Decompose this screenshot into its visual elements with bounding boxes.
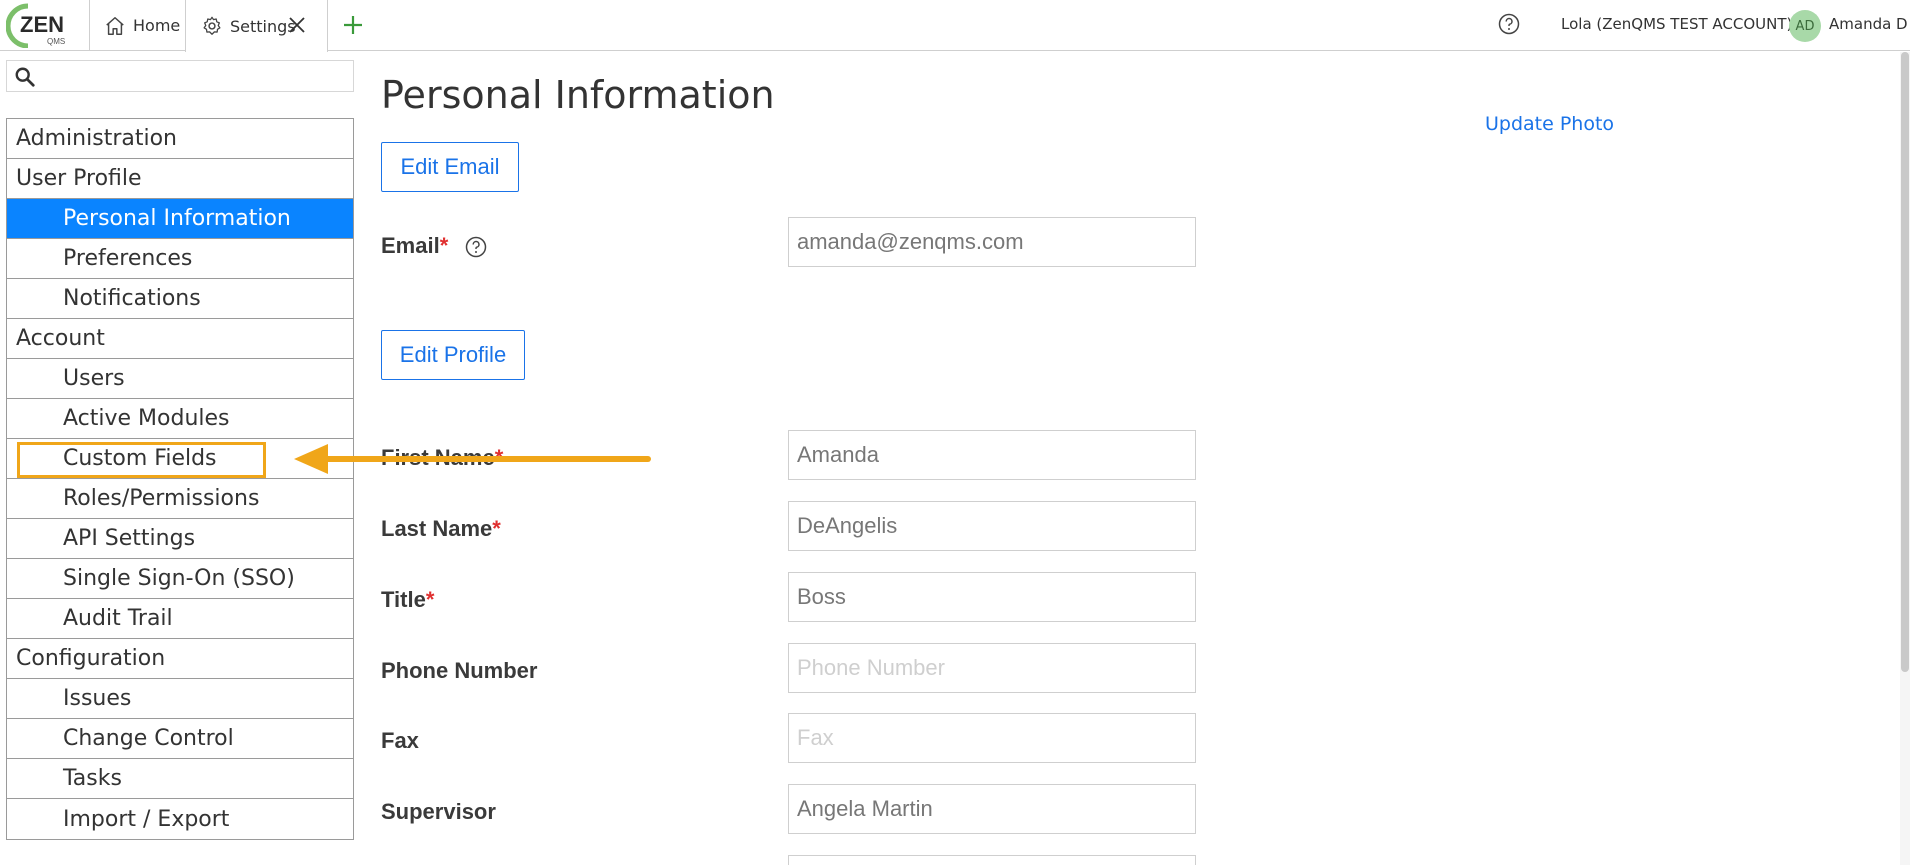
email-help-icon[interactable] xyxy=(464,235,488,259)
last-name-field[interactable]: DeAngelis xyxy=(788,501,1196,551)
page-title: Personal Information xyxy=(381,73,775,117)
email-field[interactable]: amanda@zenqms.com xyxy=(788,217,1196,267)
phone-number-label: Phone Number xyxy=(381,658,538,683)
nav-item-single-sign-on[interactable]: Single Sign-On (SSO) xyxy=(7,559,353,599)
gear-icon xyxy=(203,16,221,35)
avatar[interactable]: AD xyxy=(1789,10,1821,42)
logo-text: ZEN xyxy=(20,12,64,37)
required-mark: * xyxy=(425,587,435,612)
nav-item-roles-permissions[interactable]: Roles/Permissions xyxy=(7,479,353,519)
edit-profile-button[interactable]: Edit Profile xyxy=(381,330,525,380)
last-name-label: Last Name* xyxy=(381,516,501,542)
custom-fields-highlight xyxy=(17,442,266,478)
tab-settings[interactable]: Settings xyxy=(185,0,328,52)
nav-item-active-modules[interactable]: Active Modules xyxy=(7,399,353,439)
update-photo-link[interactable]: Update Photo xyxy=(1485,113,1614,135)
nav-item-administration[interactable]: Administration xyxy=(7,119,353,159)
nav-item-preferences[interactable]: Preferences xyxy=(7,239,353,279)
fax-field[interactable]: Fax xyxy=(788,713,1196,763)
fax-label: Fax xyxy=(381,728,419,753)
nav-item-account[interactable]: Account xyxy=(7,319,353,359)
help-icon[interactable] xyxy=(1497,12,1521,36)
nav-item-notifications[interactable]: Notifications xyxy=(7,279,353,319)
supervisor-label: Supervisor xyxy=(381,799,496,824)
close-icon[interactable] xyxy=(286,13,308,37)
title-label-text: Title xyxy=(381,587,426,612)
user-name[interactable]: Amanda D xyxy=(1829,15,1908,33)
top-bar: ZEN QMS Home Settings Lola (ZenQMS TEST … xyxy=(0,0,1910,52)
nav-item-api-settings[interactable]: API Settings xyxy=(7,519,353,559)
scrollbar-thumb[interactable] xyxy=(1901,52,1909,672)
supervisor-field[interactable]: Angela Martin xyxy=(788,784,1196,834)
tab-home[interactable]: Home xyxy=(89,0,185,51)
email-label: Email* xyxy=(381,233,488,259)
first-name-field[interactable]: Amanda xyxy=(788,430,1196,480)
next-field-partial[interactable] xyxy=(788,855,1196,865)
account-name[interactable]: Lola (ZenQMS TEST ACCOUNT) xyxy=(1561,15,1792,33)
search-icon xyxy=(15,67,35,87)
logo-subtext: QMS xyxy=(47,37,65,46)
nav-item-tasks[interactable]: Tasks xyxy=(7,759,353,799)
required-mark: * xyxy=(439,233,449,258)
home-icon xyxy=(106,16,124,35)
add-tab-icon[interactable] xyxy=(340,12,366,38)
nav-item-issues[interactable]: Issues xyxy=(7,679,353,719)
nav-item-audit-trail[interactable]: Audit Trail xyxy=(7,599,353,639)
nav-item-import-export[interactable]: Import / Export xyxy=(7,799,353,839)
nav-item-configuration[interactable]: Configuration xyxy=(7,639,353,679)
required-mark: * xyxy=(492,516,501,541)
last-name-label-text: Last Name xyxy=(381,516,493,541)
phone-number-field[interactable]: Phone Number xyxy=(788,643,1196,693)
tab-home-label: Home xyxy=(133,16,181,35)
zenqms-logo[interactable]: ZEN QMS xyxy=(5,2,72,49)
search-input[interactable] xyxy=(6,60,354,92)
callout-arrow-icon xyxy=(294,444,651,474)
nav-item-user-profile[interactable]: User Profile xyxy=(7,159,353,199)
nav-item-change-control[interactable]: Change Control xyxy=(7,719,353,759)
nav-item-personal-information[interactable]: Personal Information xyxy=(7,199,353,239)
title-label: Title* xyxy=(381,587,434,613)
edit-email-button[interactable]: Edit Email xyxy=(381,142,519,192)
email-label-text: Email xyxy=(381,233,440,258)
nav-item-users[interactable]: Users xyxy=(7,359,353,399)
title-field[interactable]: Boss xyxy=(788,572,1196,622)
